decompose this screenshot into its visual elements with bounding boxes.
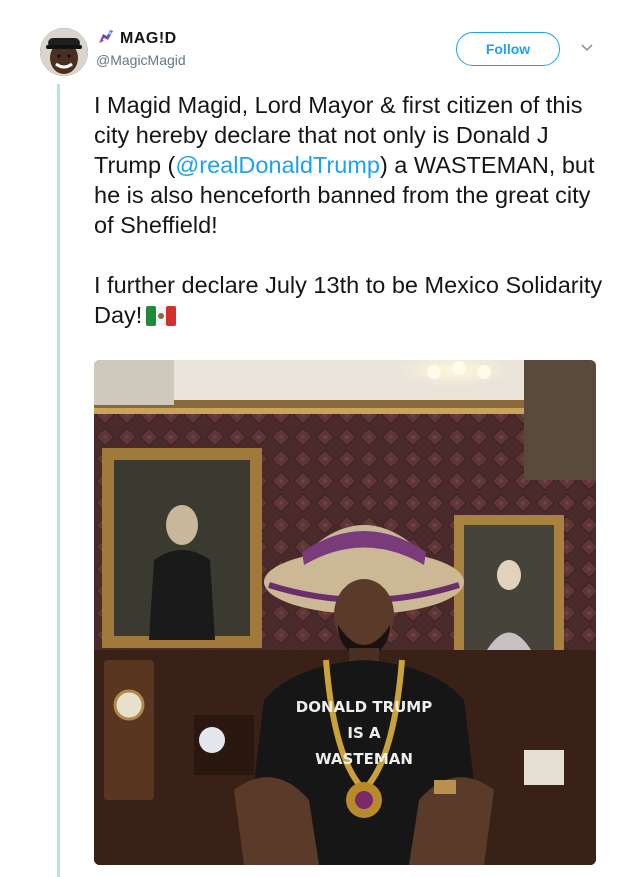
- tweet-paragraph-1: I Magid Magid, Lord Mayor & first citize…: [94, 90, 604, 240]
- shirt-text-line-1: DONALD TRUMP: [296, 698, 432, 716]
- shirt-text-line-2: IS A: [347, 724, 381, 742]
- chevron-down-icon[interactable]: [580, 43, 594, 53]
- avatar-image: [40, 28, 88, 76]
- user-handle[interactable]: @MagicMagid: [96, 52, 186, 68]
- display-name[interactable]: MAG!D: [120, 30, 177, 48]
- mexico-flag-icon: [146, 304, 177, 334]
- follow-button[interactable]: Follow: [456, 32, 560, 66]
- author-block[interactable]: MAG!D @MagicMagid: [96, 28, 186, 68]
- photo-illustration: DONALD TRUMP IS A WASTEMAN: [94, 360, 596, 865]
- avatar[interactable]: [40, 28, 88, 76]
- tweet-media-photo[interactable]: DONALD TRUMP IS A WASTEMAN: [94, 360, 596, 865]
- shirt-text-line-3: WASTEMAN: [315, 750, 413, 768]
- mention-link[interactable]: @realDonaldTrump: [175, 152, 380, 178]
- tweet-paragraph-2: I further declare July 13th to be Mexico…: [94, 270, 604, 334]
- rocket-icon: [96, 28, 116, 51]
- tweet-text: I Magid Magid, Lord Mayor & first citize…: [94, 90, 604, 334]
- thread-line: [57, 84, 60, 877]
